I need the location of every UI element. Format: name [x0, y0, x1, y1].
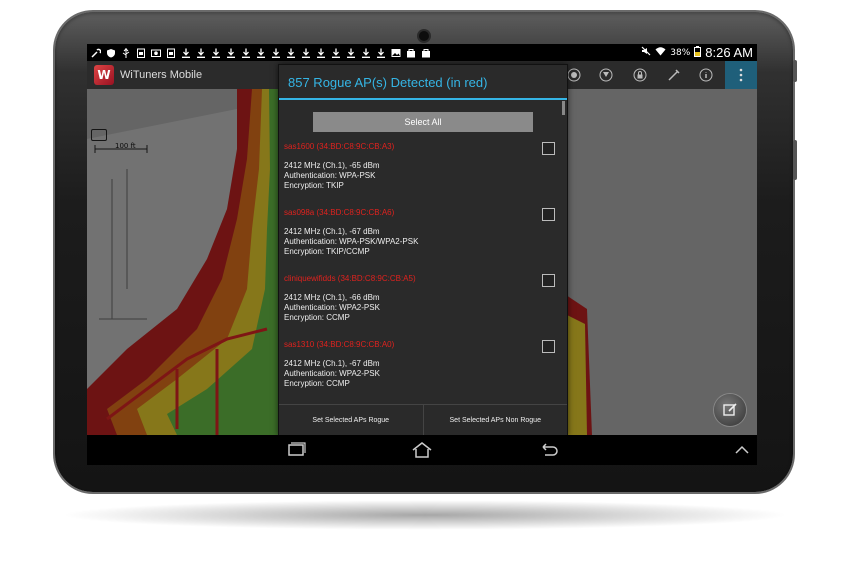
select-all-button[interactable]: Select All: [313, 112, 533, 132]
download-icon: [241, 48, 251, 58]
download-icon: [256, 48, 266, 58]
ap-list-item[interactable]: sas1310 (34:BD:C8:9C:CB:A0) 2412 MHz (Ch…: [284, 340, 562, 402]
front-camera: [419, 31, 429, 41]
bag-icon: [421, 48, 431, 58]
volume-button: [793, 140, 797, 180]
ap-ssid: sas098a (34:BD:C8:9C:CB:A6): [284, 208, 395, 217]
ap-list-item[interactable]: sas1600 (34:BD:C8:9C:CB:A3) 2412 MHz (Ch…: [284, 142, 562, 204]
download-icon: [346, 48, 356, 58]
image-icon: [391, 48, 401, 58]
download-icon: [271, 48, 281, 58]
edit-icon: [723, 403, 737, 416]
download-icon: [301, 48, 311, 58]
ap-checkbox[interactable]: [542, 208, 555, 221]
download-icon: [211, 48, 221, 58]
dialog-divider: [279, 98, 567, 100]
ap-list-item[interactable]: sas098a (34:BD:C8:9C:CB:A6) 2412 MHz (Ch…: [284, 208, 562, 270]
download-icon: [331, 48, 341, 58]
ap-encryption: Encryption: TKIP: [284, 181, 344, 190]
ap-authentication: Authentication: WPA-PSK: [284, 171, 376, 180]
set-non-rogue-button[interactable]: Set Selected APs Non Rogue: [422, 405, 568, 435]
ap-ssid: sas1600 (34:BD:C8:9C:CB:A3): [284, 142, 395, 151]
navigation-bar: [87, 435, 757, 465]
clock: 8:26 AM: [705, 45, 753, 60]
ap-authentication: Authentication: WPA2-PSK: [284, 369, 380, 378]
dialog-footer: Set Selected APs Rogue Set Selected APs …: [279, 404, 567, 435]
wifi-icon: [655, 46, 666, 59]
filter-icon[interactable]: [597, 66, 615, 84]
ap-frequency: 2412 MHz (Ch.1), -65 dBm: [284, 161, 380, 170]
recent-apps-button[interactable]: [283, 440, 309, 460]
sim-icon: [166, 48, 176, 58]
download-icon: [361, 48, 371, 58]
ap-list-item[interactable]: cliniquewifidds (34:BD:C8:9C:CB:A5) 2412…: [284, 274, 562, 336]
battery-percent: 38%: [670, 47, 691, 58]
app-logo-icon[interactable]: W: [94, 65, 114, 85]
battery-icon: [694, 45, 702, 60]
mute-icon: [641, 46, 651, 59]
ap-authentication: Authentication: WPA2-PSK: [284, 303, 380, 312]
usb-icon: [121, 47, 131, 58]
dialog-title: 857 Rogue AP(s) Detected (in red): [288, 75, 488, 90]
sim-icon: [136, 48, 146, 58]
download-icon: [316, 48, 326, 58]
ap-checkbox[interactable]: [542, 142, 555, 155]
ap-ssid: sas1310 (34:BD:C8:9C:CB:A0): [284, 340, 395, 349]
download-icon: [181, 48, 191, 58]
dialog-scrollbar[interactable]: [562, 101, 565, 115]
lock-icon[interactable]: [631, 66, 649, 84]
download-icon: [226, 48, 236, 58]
ap-encryption: Encryption: CCMP: [284, 313, 350, 322]
download-icon: [376, 48, 386, 58]
chevron-up-icon: [735, 445, 749, 454]
download-icon: [286, 48, 296, 58]
device-shadow: [60, 500, 790, 530]
home-icon: [412, 442, 432, 458]
ap-checkbox[interactable]: [542, 274, 555, 287]
ap-frequency: 2412 MHz (Ch.1), -67 dBm: [284, 227, 380, 236]
overflow-menu-icon[interactable]: [725, 61, 757, 89]
status-right: 38% 8:26 AM: [641, 44, 753, 61]
notification-icons: [87, 47, 431, 58]
ap-encryption: Encryption: CCMP: [284, 379, 350, 388]
download-icon: [196, 48, 206, 58]
screenshot-icon: [151, 48, 161, 58]
info-icon[interactable]: [697, 66, 715, 84]
ap-frequency: 2412 MHz (Ch.1), -66 dBm: [284, 293, 380, 302]
edit-fab-button[interactable]: [714, 394, 746, 426]
recent-apps-icon: [288, 442, 306, 456]
app-title: WiTuners Mobile: [120, 69, 203, 81]
ap-authentication: Authentication: WPA-PSK/WPA2-PSK: [284, 237, 419, 246]
ap-encryption: Encryption: TKIP/CCMP: [284, 247, 370, 256]
home-button[interactable]: [409, 440, 435, 460]
tools-icon[interactable]: [665, 66, 683, 84]
bag-icon: [406, 48, 416, 58]
ap-frequency: 2412 MHz (Ch.1), -67 dBm: [284, 359, 380, 368]
screen: 100 ft 38% 8:26 AM W WiTuners Mobile 857…: [87, 44, 757, 465]
back-button[interactable]: [535, 440, 561, 460]
status-bar: 38% 8:26 AM: [87, 44, 757, 61]
ap-checkbox[interactable]: [542, 340, 555, 353]
set-rogue-button[interactable]: Set Selected APs Rogue: [279, 405, 423, 435]
power-button: [793, 60, 797, 82]
wrench-icon: [91, 48, 101, 58]
hide-keyboard-button[interactable]: [729, 440, 755, 460]
back-icon: [542, 443, 558, 456]
shield-icon: [106, 48, 116, 58]
rogue-ap-dialog: 857 Rogue AP(s) Detected (in red) Select…: [278, 64, 568, 436]
ap-ssid: cliniquewifidds (34:BD:C8:9C:CB:A5): [284, 274, 416, 283]
